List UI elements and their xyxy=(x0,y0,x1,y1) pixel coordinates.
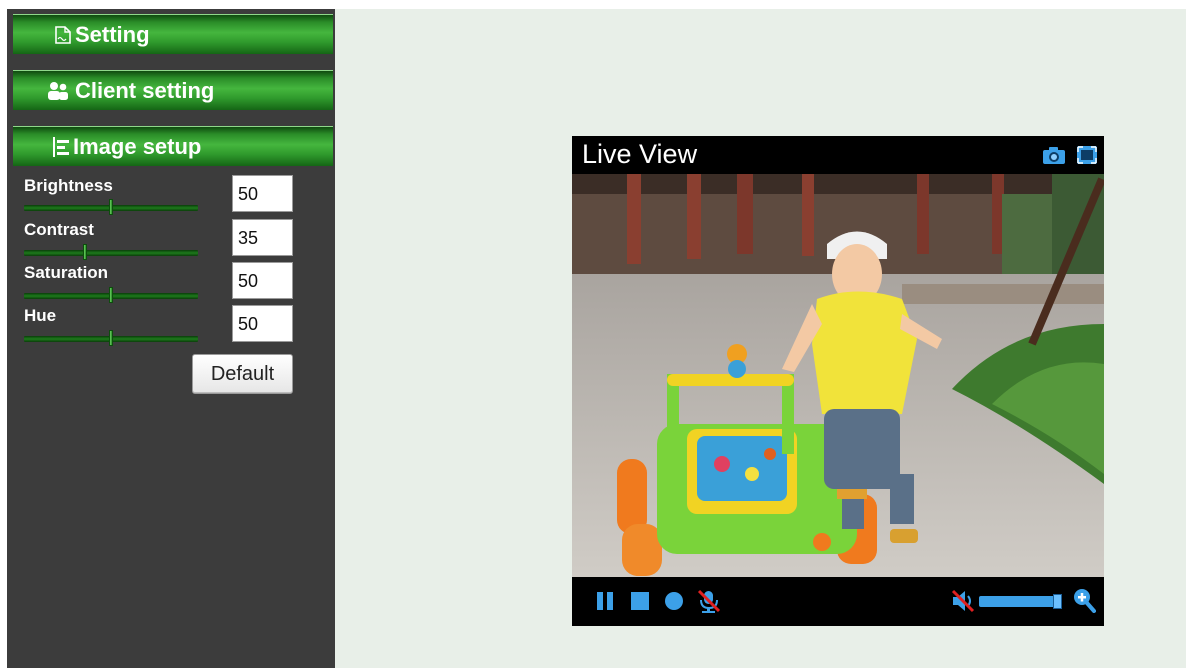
hue-input[interactable]: 50 xyxy=(232,305,293,342)
hue-slider-thumb[interactable] xyxy=(109,330,113,346)
brightness-slider[interactable] xyxy=(24,199,198,215)
volume-slider[interactable] xyxy=(979,594,1062,609)
brightness-input[interactable]: 50 xyxy=(232,175,293,212)
menu-client-setting[interactable]: Client setting xyxy=(13,70,333,110)
contrast-input[interactable]: 35 xyxy=(232,219,293,256)
viewer-control-bar xyxy=(572,577,1104,626)
live-view-panel: Live View xyxy=(572,136,1104,626)
live-video-image xyxy=(572,174,1104,577)
contrast-slider-thumb[interactable] xyxy=(83,244,87,260)
menu-image-label: Image setup xyxy=(73,133,202,159)
viewer-title: Live View xyxy=(582,139,698,169)
menu-client-label: Client setting xyxy=(75,77,215,103)
saturation-label: Saturation xyxy=(24,263,109,282)
fullscreen-icon[interactable] xyxy=(1076,145,1098,170)
users-icon xyxy=(47,81,69,101)
camera-icon[interactable] xyxy=(1042,145,1066,170)
brightness-label: Brightness xyxy=(24,176,113,195)
default-button[interactable]: Default xyxy=(192,354,293,394)
stop-icon[interactable] xyxy=(630,591,650,616)
zoom-in-icon[interactable] xyxy=(1072,587,1096,618)
menu-setting[interactable]: Setting xyxy=(13,14,333,54)
saturation-slider-thumb[interactable] xyxy=(109,287,113,303)
viewer-top-toolbar xyxy=(1042,145,1098,170)
hue-slider[interactable] xyxy=(24,330,198,346)
saturation-input[interactable]: 50 xyxy=(232,262,293,299)
contrast-label: Contrast xyxy=(24,220,94,239)
brightness-slider-thumb[interactable] xyxy=(109,199,113,215)
hue-label: Hue xyxy=(24,306,57,325)
menu-setting-label: Setting xyxy=(75,21,150,47)
sidebar: Setting Client setting Image setup Brigh… xyxy=(7,9,335,668)
record-icon[interactable] xyxy=(664,591,684,616)
microphone-muted-icon[interactable] xyxy=(696,588,722,619)
volume-slider-thumb[interactable] xyxy=(1053,594,1062,609)
document-icon xyxy=(53,25,73,45)
menu-image-setup[interactable]: Image setup xyxy=(13,126,333,166)
pause-icon[interactable] xyxy=(596,591,614,616)
speaker-muted-icon[interactable] xyxy=(950,588,976,619)
contrast-slider[interactable] xyxy=(24,244,198,260)
saturation-slider[interactable] xyxy=(24,287,198,303)
sliders-icon xyxy=(51,136,71,158)
